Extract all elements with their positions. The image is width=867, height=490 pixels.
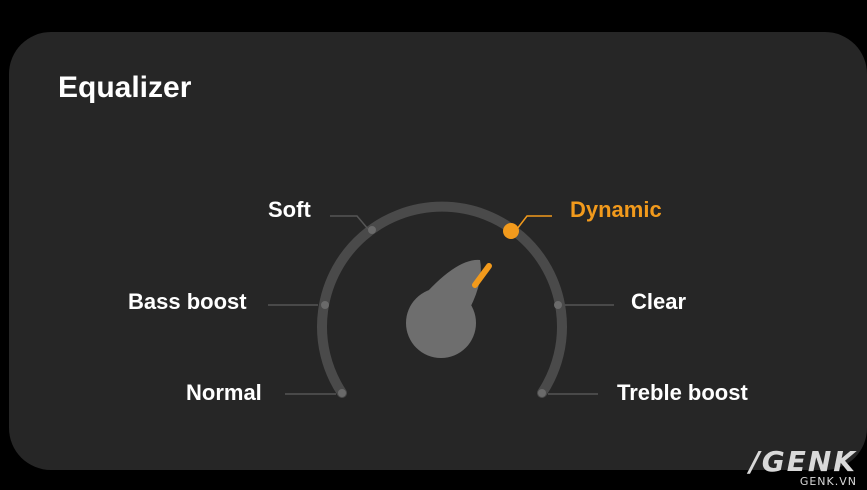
leader-line-dynamic [516, 215, 552, 230]
option-bass-boost[interactable]: Bass boost [128, 289, 247, 315]
option-dynamic-selected[interactable]: Dynamic [570, 197, 662, 223]
dial-stop-clear[interactable] [554, 301, 562, 309]
dial-stop-bass-boost[interactable] [321, 301, 329, 309]
equalizer-dial[interactable] [0, 0, 867, 490]
watermark-brand: /GENK [749, 445, 857, 478]
option-normal[interactable]: Normal [186, 380, 262, 406]
option-soft[interactable]: Soft [268, 197, 311, 223]
dial-stop-dynamic-selected[interactable] [503, 223, 519, 239]
dial-stop-soft[interactable] [368, 226, 376, 234]
option-clear[interactable]: Clear [631, 289, 686, 315]
option-treble-boost[interactable]: Treble boost [617, 380, 748, 406]
dial-stop-treble-boost[interactable] [538, 389, 546, 397]
dial-knob[interactable] [406, 259, 492, 358]
dial-stop-normal[interactable] [338, 389, 346, 397]
genk-watermark: /GENK GENK.VN [750, 448, 857, 488]
leader-line-soft [330, 215, 369, 230]
